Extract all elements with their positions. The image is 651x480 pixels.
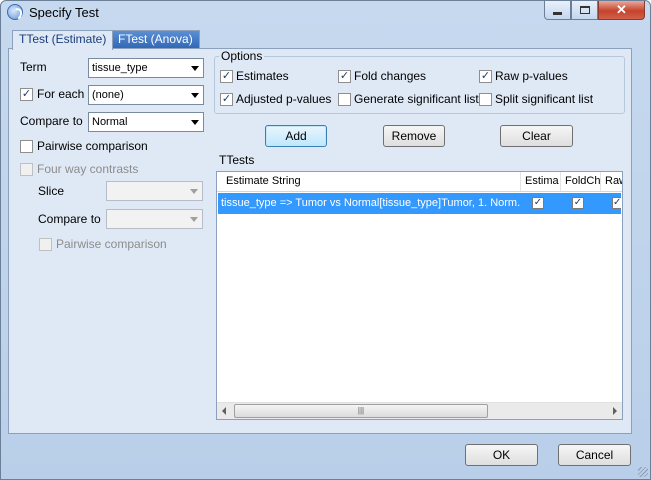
adjusted-pvalues-label: Adjusted p-values [236, 92, 332, 106]
close-button[interactable]: ✕ [598, 1, 645, 20]
estimate-cell-checkbox[interactable]: ✓ [532, 197, 544, 209]
ttests-header: Estimate String Estima FoldCh Raw [217, 172, 622, 192]
add-button[interactable]: Add [265, 125, 327, 147]
tab-ttest-estimate[interactable]: TTest (Estimate) [12, 30, 114, 50]
scroll-thumb[interactable]: ||| [234, 404, 488, 418]
estimates-label: Estimates [236, 69, 289, 83]
title-bar[interactable]: Specify Test ✕ [1, 1, 650, 25]
tab-ftest-anova[interactable]: FTest (Anova) [111, 30, 200, 49]
chevron-down-icon [190, 217, 198, 222]
chevron-down-icon [190, 189, 198, 194]
estimate-string-cell: tissue_type => Tumor vs Normal[tissue_ty… [221, 197, 520, 209]
minimize-icon [553, 11, 562, 15]
term-label: Term [20, 60, 47, 74]
maximize-button[interactable] [571, 1, 598, 20]
term-select-value: tissue_type [92, 62, 148, 74]
fold-changes-checkbox[interactable]: ✓ [338, 70, 351, 83]
fold-changes-label: Fold changes [354, 69, 427, 83]
chevron-down-icon [191, 120, 199, 125]
term-select[interactable]: tissue_type [88, 58, 204, 78]
pairwise-2-checkbox[interactable] [39, 238, 52, 251]
minimize-button[interactable] [544, 1, 571, 20]
split-sig-label: Split significant list [495, 92, 594, 106]
options-title: Options [219, 49, 265, 63]
column-raw[interactable]: Raw [601, 172, 622, 191]
scroll-left-icon[interactable] [222, 407, 226, 415]
estimates-checkbox[interactable]: ✓ [220, 70, 233, 83]
table-row[interactable]: tissue_type => Tumor vs Normal[tissue_ty… [218, 193, 621, 214]
raw-pvalues-label: Raw p-values [495, 69, 568, 83]
resize-grip-icon[interactable] [638, 467, 648, 477]
generate-sig-label: Generate significant list [354, 92, 479, 106]
maximize-icon [579, 6, 590, 14]
cancel-button[interactable]: Cancel [558, 444, 631, 466]
chevron-down-icon [191, 66, 199, 71]
column-foldchange[interactable]: FoldCh [561, 172, 601, 191]
adjusted-pvalues-checkbox[interactable]: ✓ [220, 93, 233, 106]
remove-button[interactable]: Remove [383, 125, 445, 147]
column-estimate-string[interactable]: Estimate String [217, 172, 521, 191]
four-way-label: Four way contrasts [37, 162, 139, 176]
for-each-select[interactable]: (none) [88, 85, 204, 105]
for-each-select-value: (none) [92, 89, 124, 101]
foldchange-cell-checkbox[interactable]: ✓ [572, 197, 584, 209]
pairwise-checkbox[interactable] [20, 140, 33, 153]
raw-cell-checkbox[interactable]: ✓ [612, 197, 621, 209]
four-way-checkbox[interactable] [20, 163, 33, 176]
compare-to-label: Compare to [20, 114, 83, 128]
raw-pvalues-checkbox[interactable]: ✓ [479, 70, 492, 83]
app-icon [7, 4, 23, 20]
ttests-list[interactable]: Estimate String Estima FoldCh Raw tissue… [216, 171, 623, 420]
slice-label: Slice [38, 184, 65, 198]
split-sig-checkbox[interactable] [479, 93, 492, 106]
pairwise-2-label: Pairwise comparison [56, 237, 167, 251]
compare-to-select[interactable]: Normal [88, 112, 204, 132]
for-each-label: For each [37, 87, 85, 101]
column-estimate[interactable]: Estima [521, 172, 561, 191]
pairwise-label: Pairwise comparison [37, 139, 148, 153]
generate-sig-checkbox[interactable] [338, 93, 351, 106]
compare-to-2-select[interactable] [106, 209, 203, 229]
horizontal-scrollbar[interactable]: ||| [217, 402, 622, 419]
ok-button[interactable]: OK [465, 444, 538, 466]
ttests-title: TTests [219, 153, 255, 167]
for-each-checkbox[interactable]: ✓ [20, 88, 33, 101]
chevron-down-icon [191, 93, 199, 98]
close-icon: ✕ [616, 2, 627, 17]
specify-test-dialog: Specify Test ✕ TTest (Estimate) FTest (A… [0, 0, 651, 480]
scroll-right-icon[interactable] [613, 407, 617, 415]
compare-to-2-label: Compare to [38, 212, 101, 226]
window-title: Specify Test [29, 5, 99, 20]
compare-to-select-value: Normal [92, 116, 128, 128]
clear-button[interactable]: Clear [500, 125, 573, 147]
slice-select[interactable] [106, 181, 203, 201]
